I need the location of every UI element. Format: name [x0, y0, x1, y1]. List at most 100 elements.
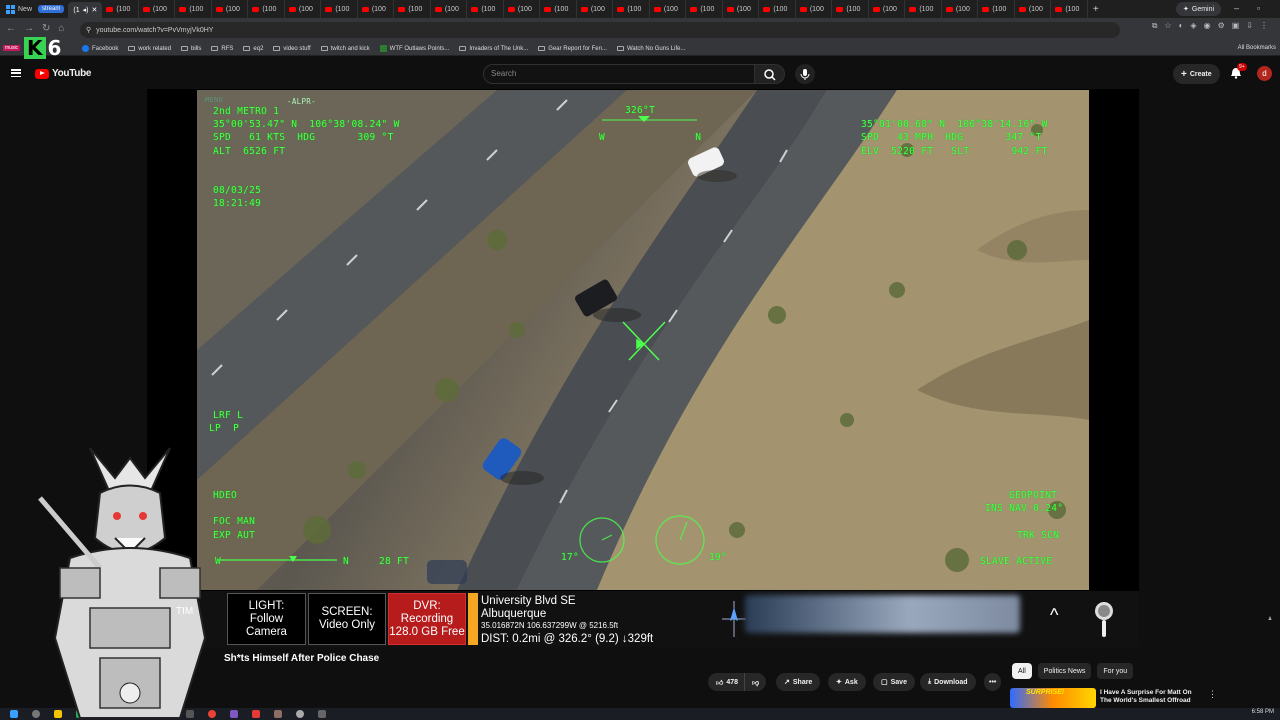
tab-stream[interactable]: stream	[38, 5, 65, 13]
browser-tab[interactable]: (100	[139, 0, 176, 18]
share-button-wrap: ↗ Share	[776, 673, 821, 691]
filter-chip[interactable]: All	[1012, 663, 1032, 679]
tab-close-icon[interactable]: ✕	[91, 6, 97, 14]
hud-gimbal-right: 19°	[709, 552, 728, 563]
browser-tab[interactable]: (100	[540, 0, 577, 18]
gemini-button[interactable]: ✦ Gemini	[1176, 2, 1222, 16]
create-button[interactable]: + Create	[1173, 64, 1220, 84]
minimize-icon[interactable]: –	[1234, 3, 1239, 13]
browser-tab[interactable]: (100	[212, 0, 249, 18]
browser-tab[interactable]: (100	[577, 0, 614, 18]
app-10-icon[interactable]	[318, 710, 326, 718]
bookmark-item[interactable]: Watch No Guns Life...	[616, 46, 685, 52]
settings-icon[interactable]	[296, 710, 304, 718]
recommended-menu-icon[interactable]: ⋮	[1208, 689, 1217, 700]
bookmark-item[interactable]: WTF Outlaws Points...	[379, 45, 449, 52]
save-button[interactable]: ▢ Save	[873, 673, 915, 691]
bookmark-item[interactable]: twitch and kick	[320, 46, 370, 52]
app-7-icon[interactable]	[230, 710, 238, 718]
browser-tab[interactable]: (100	[613, 0, 650, 18]
bookmark-item[interactable]: Facebook	[82, 45, 118, 52]
voice-search-button[interactable]	[795, 64, 815, 84]
search-button[interactable]	[755, 64, 785, 84]
browser-tab[interactable]: (100	[248, 0, 285, 18]
search-input[interactable]: Search	[483, 64, 755, 84]
install-icon[interactable]: ⧉	[1152, 21, 1158, 31]
start-icon[interactable]	[10, 710, 18, 718]
app-9-icon[interactable]	[274, 710, 282, 718]
dvr-status-button[interactable]: DVR: Recording 128.0 GB Free	[388, 593, 466, 645]
browser-tab[interactable]: (100	[905, 0, 942, 18]
split-view-icon[interactable]: ▣	[1232, 21, 1240, 31]
all-bookmarks[interactable]: All Bookmarks	[1238, 45, 1276, 51]
downloads-icon[interactable]: ⇩	[1246, 21, 1253, 31]
folder-icon	[616, 46, 624, 51]
bookmark-item[interactable]: Gear Report for Fen...	[538, 46, 607, 52]
bookmark-star-icon[interactable]: ☆	[1164, 21, 1171, 31]
dislike-button[interactable]: 👎︎	[744, 673, 767, 691]
menu-icon[interactable]	[11, 69, 21, 77]
recommended-video-thumbnail[interactable]: SURPRISE!	[1010, 688, 1096, 708]
browser-tab[interactable]: (100	[723, 0, 760, 18]
puzzle-icon[interactable]: ⚙	[1218, 21, 1225, 31]
app-8-icon[interactable]	[252, 710, 260, 718]
browser-tab[interactable]: (100	[686, 0, 723, 18]
ask-button[interactable]: ✦ Ask	[828, 673, 866, 691]
filter-chip[interactable]: For you	[1097, 663, 1134, 679]
tab-new[interactable]: New	[0, 0, 38, 18]
caption-prefix: TIM	[176, 606, 194, 617]
site-info-icon[interactable]: ⚲	[86, 26, 91, 34]
browser-tab[interactable]: (100	[285, 0, 322, 18]
back-icon[interactable]: ←	[6, 23, 16, 34]
search-pin-icon[interactable]	[1092, 599, 1116, 639]
bookmark-item[interactable]: bills	[181, 46, 201, 52]
browser-tab[interactable]: (100	[978, 0, 1015, 18]
url-field[interactable]: ⚲ youtube.com/watch?v=PvVmyjVk0HY	[80, 22, 1120, 38]
video-frame[interactable]: MENU -ALPR- 2nd METRO 1 35°00'53.47" N 1…	[197, 90, 1089, 590]
like-button[interactable]: 👍︎ 478	[708, 673, 745, 691]
browser-tab[interactable]: (100	[759, 0, 796, 18]
menu-dots-icon[interactable]: ⋮	[1260, 21, 1268, 31]
youtube-logo[interactable]: YouTube	[35, 68, 92, 79]
screen-mode-button[interactable]: SCREEN: Video Only	[308, 593, 386, 645]
download-button[interactable]: ⤓ Download	[920, 673, 976, 691]
light-mode-button[interactable]: LIGHT: Follow Camera	[227, 593, 306, 645]
expand-up-icon[interactable]: ^	[1050, 605, 1058, 626]
avatar[interactable]: d	[1257, 66, 1272, 81]
bookmark-item[interactable]: RFS	[211, 46, 233, 52]
browser-tab[interactable]: (100	[796, 0, 833, 18]
browser-tab[interactable]: (100	[942, 0, 979, 18]
extension-2-icon[interactable]: ◈	[1190, 21, 1196, 31]
browser-tab[interactable]: (100	[175, 0, 212, 18]
browser-tab[interactable]: (100	[358, 0, 395, 18]
forward-icon[interactable]: →	[24, 23, 34, 34]
reload-icon[interactable]: ↻	[42, 23, 50, 34]
filter-chip[interactable]: Politics News	[1037, 663, 1092, 679]
extension-3-icon[interactable]: ◉	[1204, 21, 1211, 31]
recommended-video-title[interactable]: I Have A Surprise For Matt On The World'…	[1100, 689, 1204, 707]
browser-tab[interactable]: (100	[321, 0, 358, 18]
more-actions-button[interactable]: •••	[984, 673, 1002, 691]
browser-tab-label: (100	[663, 5, 678, 13]
bookmark-item[interactable]: video stuff	[273, 46, 311, 52]
browser-tab[interactable]: (100	[832, 0, 869, 18]
extension-icon[interactable]: ◐	[1179, 21, 1184, 31]
browser-tab[interactable]: (100	[1051, 0, 1088, 18]
maximize-icon[interactable]: ▫	[1257, 3, 1260, 13]
browser-tab[interactable]: (100	[431, 0, 468, 18]
share-button[interactable]: ↗ Share	[776, 673, 821, 691]
hud-menu[interactable]: MENU	[205, 94, 223, 106]
browser-tab[interactable]: (100	[1015, 0, 1052, 18]
browser-tab[interactable]: (100	[504, 0, 541, 18]
browser-tab[interactable]: (100	[869, 0, 906, 18]
home-icon[interactable]: ⌂	[58, 23, 64, 34]
new-tab-button[interactable]: +	[1088, 4, 1104, 15]
browser-tab[interactable]: (100	[467, 0, 504, 18]
bookmark-item[interactable]: Invaders of The Unk...	[459, 46, 528, 52]
bookmark-item[interactable]: work related	[128, 46, 171, 52]
browser-tab[interactable]: (100	[102, 0, 139, 18]
bookmark-item[interactable]: eq2	[243, 46, 263, 52]
tab-active[interactable]: (1 ◂) ✕	[68, 2, 103, 18]
browser-tab[interactable]: (100	[394, 0, 431, 18]
browser-tab[interactable]: (100	[650, 0, 687, 18]
